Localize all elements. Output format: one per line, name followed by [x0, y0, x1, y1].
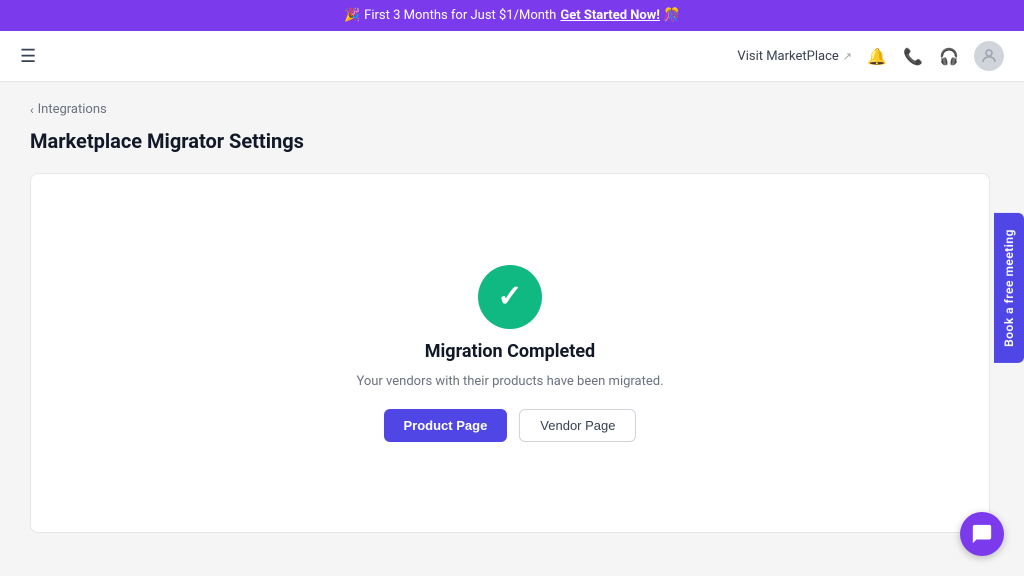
- user-avatar[interactable]: [974, 41, 1004, 71]
- breadcrumb[interactable]: ‹ Integrations: [30, 102, 994, 117]
- product-page-button[interactable]: Product Page: [384, 409, 508, 442]
- migration-card: ✓ Migration Completed Your vendors with …: [30, 173, 990, 533]
- promo-banner: 🎉 First 3 Months for Just $1/Month Get S…: [0, 0, 1024, 31]
- marketplace-link-label: Visit MarketPlace: [737, 49, 838, 64]
- main-content: ‹ Integrations Marketplace Migrator Sett…: [0, 82, 1024, 553]
- vendor-page-button[interactable]: Vendor Page: [519, 409, 636, 442]
- headset-icon[interactable]: 🎧: [938, 45, 960, 67]
- breadcrumb-label: Integrations: [38, 102, 107, 117]
- breadcrumb-chevron-icon: ‹: [30, 103, 34, 117]
- action-buttons: Product Page Vendor Page: [384, 409, 637, 442]
- banner-emoji-left: 🎉: [344, 8, 360, 23]
- banner-text: First 3 Months for Just $1/Month: [364, 8, 556, 23]
- visit-marketplace-link[interactable]: Visit MarketPlace ↗: [737, 49, 852, 64]
- header-right: Visit MarketPlace ↗ 🔔 📞 🎧: [737, 41, 1004, 71]
- success-checkmark-icon: ✓: [478, 265, 542, 329]
- migration-success-content: ✓ Migration Completed Your vendors with …: [356, 265, 663, 442]
- chat-bubble-button[interactable]: [960, 512, 1004, 556]
- hamburger-menu-icon[interactable]: ☰: [20, 46, 36, 67]
- phone-icon[interactable]: 📞: [902, 45, 924, 67]
- notification-bell-icon[interactable]: 🔔: [866, 45, 888, 67]
- external-link-icon: ↗: [843, 50, 852, 63]
- header-left: ☰: [20, 46, 36, 67]
- page-title: Marketplace Migrator Settings: [30, 129, 994, 153]
- main-header: ☰ Visit MarketPlace ↗ 🔔 📞 🎧: [0, 31, 1024, 82]
- banner-emoji-right: 🎊: [664, 8, 680, 23]
- migration-completed-title: Migration Completed: [425, 341, 595, 362]
- migration-description: Your vendors with their products have be…: [356, 374, 663, 389]
- book-meeting-button[interactable]: Book a free meeting: [994, 213, 1024, 363]
- banner-cta-link[interactable]: Get Started Now!: [560, 8, 660, 23]
